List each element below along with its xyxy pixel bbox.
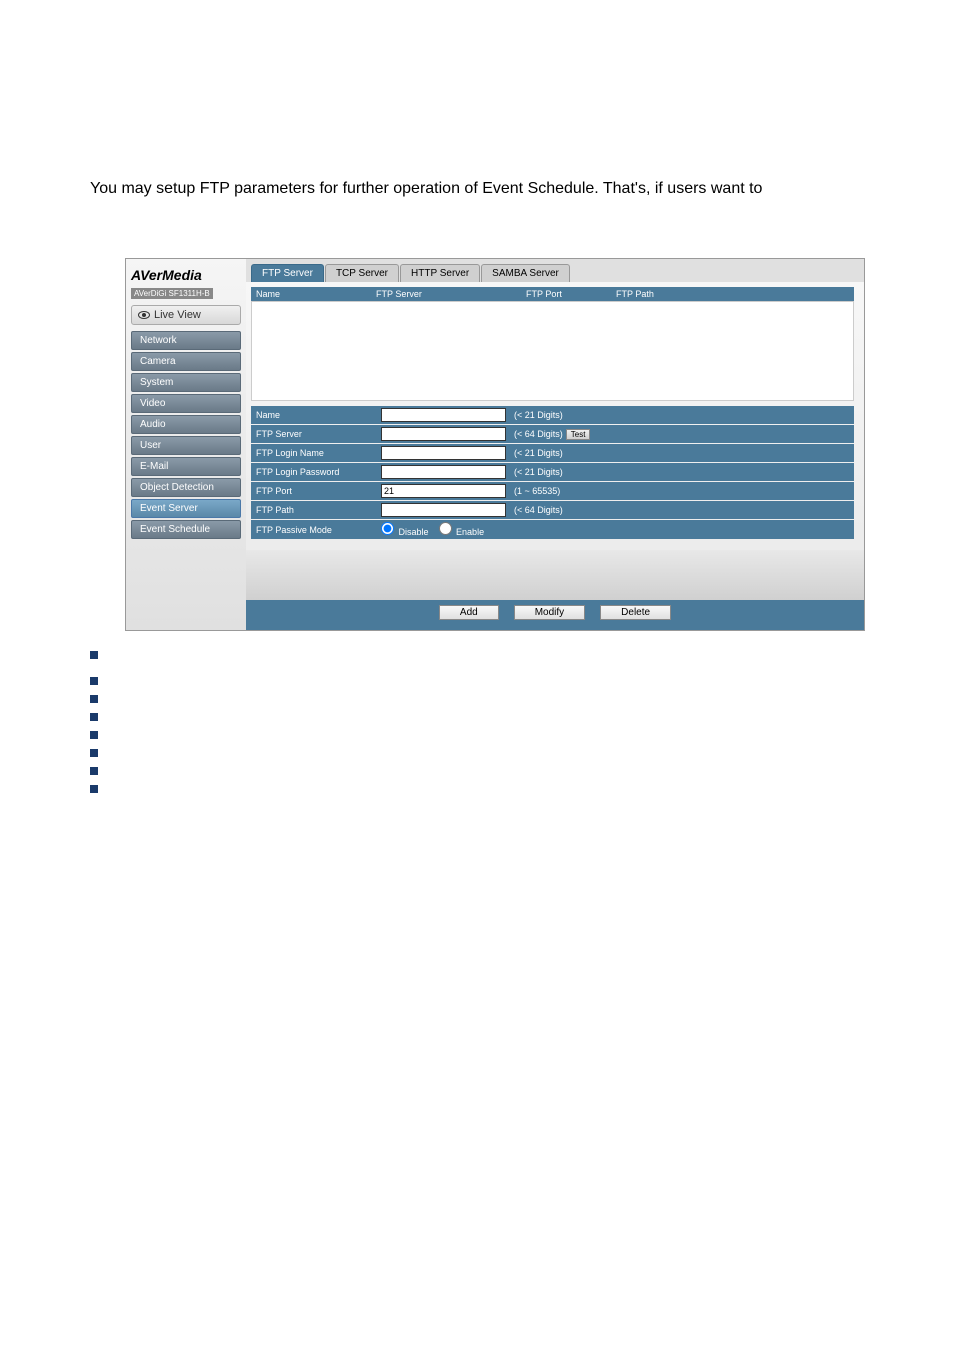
ftp-login-input[interactable] — [381, 446, 506, 460]
name-label: Name — [256, 410, 381, 420]
tab-tcp-server[interactable]: TCP Server — [325, 264, 399, 282]
server-list-body[interactable] — [251, 301, 854, 401]
test-button[interactable]: Test — [566, 429, 591, 440]
brand-logo: AVerMedia — [131, 267, 241, 283]
sidebar-item-audio[interactable]: Audio — [131, 415, 241, 434]
ftp-port-hint: (1 ~ 65535) — [514, 486, 560, 496]
tab-samba-server[interactable]: SAMBA Server — [481, 264, 570, 282]
sidebar-item-email[interactable]: E-Mail — [131, 457, 241, 476]
bullet-icon — [90, 785, 98, 793]
ftp-port-input[interactable] — [381, 484, 506, 498]
passive-enable-option[interactable]: Enable — [439, 522, 485, 537]
bullet-icon — [90, 731, 98, 739]
col-ftp-port: FTP Port — [526, 289, 616, 299]
footer-spacer — [246, 550, 864, 600]
modify-button[interactable]: Modify — [514, 605, 585, 620]
app-window: AVerMedia AVerDiGi SF1311H-B Live View N… — [125, 258, 865, 631]
sidebar-item-event-schedule[interactable]: Event Schedule — [131, 520, 241, 539]
passive-disable-radio[interactable] — [381, 522, 394, 535]
add-button[interactable]: Add — [439, 605, 499, 620]
ftp-path-label: FTP Path — [256, 505, 381, 515]
ftp-port-label: FTP Port — [256, 486, 381, 496]
live-view-label: Live View — [154, 309, 201, 321]
bullet-icon — [90, 749, 98, 757]
passive-enable-radio[interactable] — [439, 522, 452, 535]
ftp-server-input[interactable] — [381, 427, 506, 441]
passive-mode-label: FTP Passive Mode — [256, 525, 381, 535]
ftp-password-label: FTP Login Password — [256, 467, 381, 477]
sidebar-item-user[interactable]: User — [131, 436, 241, 455]
bullet-icon — [90, 767, 98, 775]
name-input[interactable] — [381, 408, 506, 422]
ftp-form: Name (< 21 Digits) FTP Server (< 64 Digi… — [251, 406, 854, 539]
ftp-login-hint: (< 21 Digits) — [514, 448, 563, 458]
live-view-button[interactable]: Live View — [131, 305, 241, 325]
ftp-server-label: FTP Server — [256, 429, 381, 439]
button-row: Add Modify Delete — [246, 600, 864, 630]
sidebar-item-video[interactable]: Video — [131, 394, 241, 413]
passive-disable-option[interactable]: Disable — [381, 522, 429, 537]
ftp-password-input[interactable] — [381, 465, 506, 479]
passive-disable-label: Disable — [399, 527, 429, 537]
bullet-icon — [90, 677, 98, 685]
main-content: FTP Server TCP Server HTTP Server SAMBA … — [246, 259, 864, 630]
eye-icon — [138, 311, 150, 319]
sidebar: AVerMedia AVerDiGi SF1311H-B Live View N… — [126, 259, 246, 630]
tab-bar: FTP Server TCP Server HTTP Server SAMBA … — [246, 259, 864, 282]
ftp-login-label: FTP Login Name — [256, 448, 381, 458]
bullet-icon — [90, 651, 98, 659]
model-label: AVerDiGi SF1311H-B — [131, 288, 213, 299]
delete-button[interactable]: Delete — [600, 605, 671, 620]
col-ftp-server: FTP Server — [376, 289, 526, 299]
sidebar-item-camera[interactable]: Camera — [131, 352, 241, 371]
bullet-icon — [90, 695, 98, 703]
name-hint: (< 21 Digits) — [514, 410, 563, 420]
tab-http-server[interactable]: HTTP Server — [400, 264, 480, 282]
sidebar-item-network[interactable]: Network — [131, 331, 241, 350]
passive-enable-label: Enable — [456, 527, 484, 537]
intro-paragraph: You may setup FTP parameters for further… — [0, 0, 954, 228]
sidebar-item-system[interactable]: System — [131, 373, 241, 392]
ftp-path-hint: (< 64 Digits) — [514, 505, 563, 515]
ftp-server-hint: (< 64 Digits) — [514, 429, 563, 439]
col-ftp-path: FTP Path — [616, 289, 849, 299]
bullet-list — [90, 651, 954, 793]
ftp-password-hint: (< 21 Digits) — [514, 467, 563, 477]
col-name: Name — [256, 289, 376, 299]
bullet-icon — [90, 713, 98, 721]
sidebar-item-object-detection[interactable]: Object Detection — [131, 478, 241, 497]
sidebar-item-event-server[interactable]: Event Server — [131, 499, 241, 518]
ftp-path-input[interactable] — [381, 503, 506, 517]
server-list-header: Name FTP Server FTP Port FTP Path — [251, 287, 854, 301]
tab-ftp-server[interactable]: FTP Server — [251, 264, 324, 282]
